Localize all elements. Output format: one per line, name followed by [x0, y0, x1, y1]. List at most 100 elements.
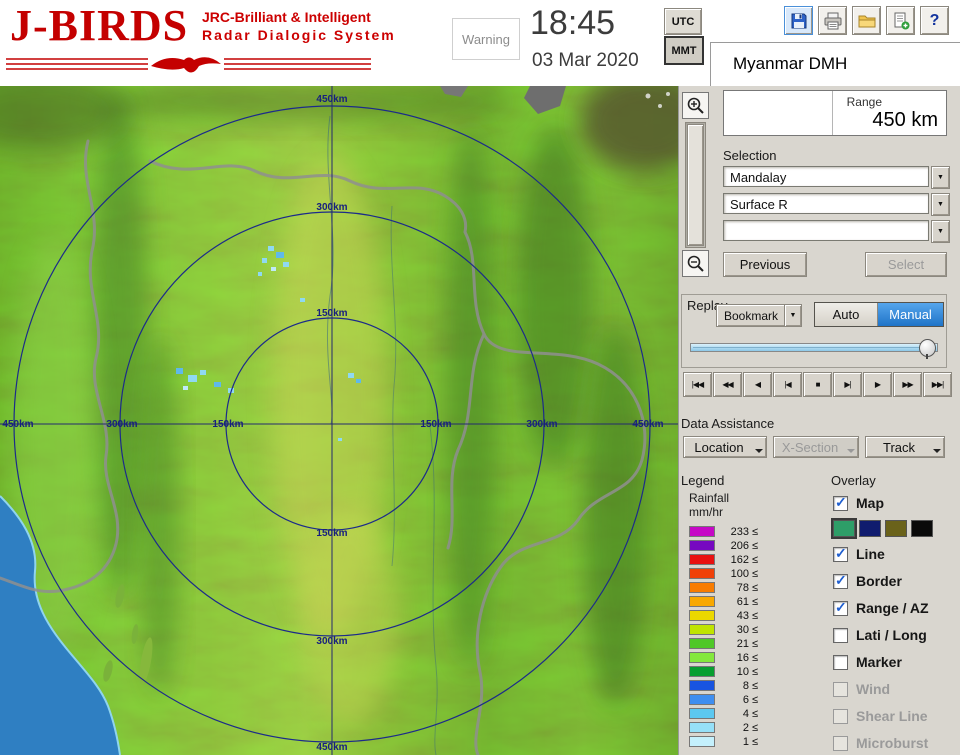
save-button[interactable]	[784, 6, 813, 35]
zoom-out-button[interactable]	[682, 250, 709, 277]
marker-checkbox[interactable]	[833, 654, 848, 670]
app-logo-title: J-BIRDS	[10, 1, 189, 50]
map-color-swatch-navy[interactable]	[859, 520, 881, 537]
fast-rewind-button[interactable]: ◀◀	[713, 372, 742, 397]
legend-color-swatch	[689, 624, 715, 635]
svg-text:300km: 300km	[106, 419, 137, 430]
app-logo-subtitle: JRC-Brilliant & Intelligent Radar Dialog…	[202, 9, 396, 44]
overlay-row-lati-long: Lati / Long	[833, 627, 955, 643]
legend-scale-row: 162 ≤	[689, 553, 759, 566]
legend-color-swatch	[689, 708, 715, 719]
legend-scale-row: 21 ≤	[689, 638, 758, 650]
overlay-row-wind: Wind	[833, 681, 955, 697]
legend-value: 43	[736, 609, 749, 622]
product-dropdown-arrow-icon[interactable]: ▼	[931, 193, 950, 216]
replay-slider-line	[693, 347, 933, 348]
line-checkbox-label: Line	[856, 546, 885, 562]
shear-line-checkbox-label: Shear Line	[856, 708, 928, 724]
wind-checkbox-label: Wind	[856, 681, 891, 697]
previous-button[interactable]: Previous	[723, 252, 807, 277]
svg-text:150km: 150km	[420, 419, 451, 430]
warning-label: Warning	[462, 31, 510, 47]
replay-slider[interactable]	[690, 343, 938, 352]
print-button[interactable]	[818, 6, 847, 35]
extra-dropdown[interactable]	[723, 220, 929, 241]
logo-subtitle-line1: JRC-Brilliant & Intelligent	[202, 9, 371, 25]
step-forward-button[interactable]: ▶|	[833, 372, 862, 397]
legend-title: Legend	[681, 473, 725, 488]
map-checkbox[interactable]	[833, 494, 848, 511]
legend-value: 8	[742, 679, 749, 692]
legend-scale-row: 61 ≤	[689, 596, 758, 608]
legend-color-swatch	[689, 554, 715, 565]
location-button[interactable]: Location	[683, 436, 767, 458]
bookmark-button[interactable]: Bookmark	[716, 304, 786, 327]
map-color-swatch-green[interactable]	[831, 518, 857, 539]
map-checkbox-label: Map	[856, 495, 884, 511]
site-dropdown[interactable]: Mandalay	[723, 166, 929, 187]
magnifier-plus-icon	[687, 97, 704, 114]
wind-checkbox	[833, 681, 848, 697]
auto-button[interactable]: Auto	[815, 303, 878, 326]
legend-scale-row: 100 ≤	[689, 568, 758, 580]
legend-color-swatch	[689, 736, 715, 747]
play-reverse-button[interactable]: ◀	[743, 372, 772, 397]
legend-color-swatch	[689, 582, 715, 593]
range-label: Range	[846, 95, 882, 109]
legend-color-swatch	[689, 722, 715, 733]
open-folder-button[interactable]	[852, 6, 881, 35]
legend-color-swatch	[689, 666, 715, 677]
svg-text:300km: 300km	[316, 202, 347, 213]
legend-lte-symbol: ≤	[752, 693, 759, 706]
legend-value: 6	[742, 693, 749, 706]
border-checkbox[interactable]	[833, 572, 848, 589]
auto-manual-toggle: Auto Manual	[814, 302, 944, 327]
extra-dropdown-arrow-icon[interactable]: ▼	[931, 220, 950, 243]
lati-long-checkbox[interactable]	[833, 627, 848, 643]
overlay-row-map: Map	[833, 494, 955, 511]
site-dropdown-arrow-icon[interactable]: ▼	[931, 166, 950, 189]
step-back-button[interactable]: |◀	[773, 372, 802, 397]
product-dropdown[interactable]: Surface R	[723, 193, 929, 214]
last-frame-button[interactable]: ▶▶|	[923, 372, 952, 397]
legend-color-swatch	[689, 596, 715, 607]
help-button[interactable]: ?	[920, 6, 949, 35]
legend-color-scale: 233 ≤ 206 ≤ 162 ≤ 100 ≤ 78 ≤ 61 ≤ 43 ≤ 30 ≤ 21 ≤ …	[689, 526, 758, 750]
play-button[interactable]: ▶	[863, 372, 892, 397]
legend-lte-symbol: ≤	[752, 651, 759, 664]
first-frame-button[interactable]: |◀◀	[683, 372, 712, 397]
svg-text:300km: 300km	[316, 636, 347, 647]
legend-color-swatch	[689, 638, 715, 649]
mmt-button[interactable]: MMT	[664, 36, 704, 65]
zoom-scrollbar[interactable]	[685, 122, 706, 248]
xsection-button: X-Section	[773, 436, 859, 458]
legend-value: 233	[730, 525, 749, 538]
line-checkbox[interactable]	[833, 545, 848, 562]
manual-button[interactable]: Manual	[878, 303, 943, 326]
selection-label: Selection	[723, 148, 777, 163]
legend-value: 206	[730, 539, 749, 552]
corner-arrow-icon	[755, 449, 763, 453]
terrain-layer	[0, 71, 710, 755]
bookmark-dropdown-arrow-icon[interactable]: ▼	[784, 304, 802, 327]
zoom-in-button[interactable]	[682, 92, 709, 119]
export-button[interactable]	[886, 6, 915, 35]
legend-scale-row: 8 ≤	[689, 679, 758, 692]
legend-value: 10	[736, 665, 749, 678]
fast-forward-button[interactable]: ▶▶	[893, 372, 922, 397]
legend-lte-symbol: ≤	[752, 525, 759, 538]
range-az-checkbox[interactable]	[833, 599, 848, 616]
map-color-swatch-black[interactable]	[911, 520, 933, 537]
legend-lte-symbol: ≤	[752, 553, 759, 566]
legend-lte-symbol: ≤	[752, 707, 759, 720]
range-value: 450 km	[872, 109, 938, 131]
track-button[interactable]: Track	[865, 436, 945, 458]
map-color-swatch-olive[interactable]	[885, 520, 907, 537]
shear-line-checkbox	[833, 708, 848, 724]
overlay-row-shear-line: Shear Line	[833, 708, 955, 724]
radar-map-display[interactable]: 450km 300km 150km 150km 300km 450km 450k…	[0, 71, 710, 755]
legend-scale-row: 233 ≤	[689, 525, 759, 538]
zoom-scrollbar-thumb[interactable]	[687, 124, 704, 246]
utc-button[interactable]: UTC	[664, 8, 702, 35]
stop-button[interactable]: ■	[803, 372, 832, 397]
